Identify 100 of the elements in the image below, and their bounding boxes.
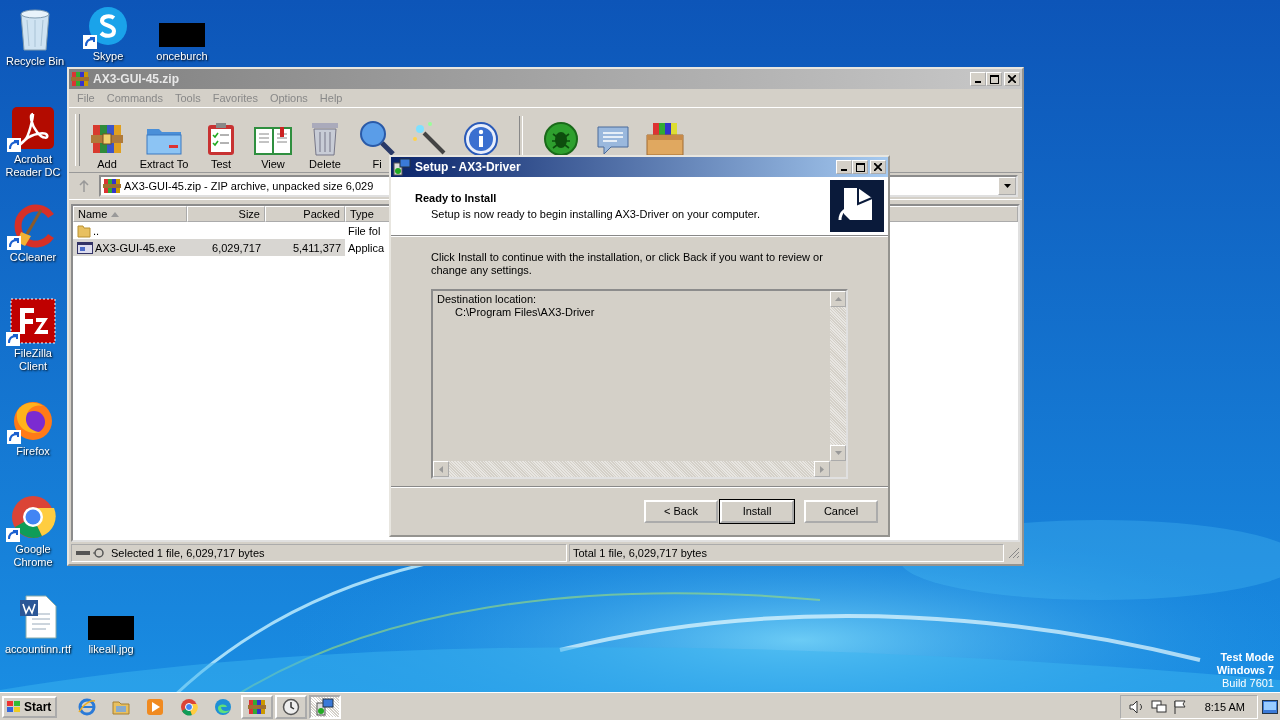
icon-label[interactable]: Firefox: [16, 445, 50, 458]
column-header[interactable]: Size: [187, 206, 265, 222]
sort-arrow-icon: [111, 211, 120, 217]
show-desktop-icon[interactable]: [1262, 699, 1278, 714]
window-title: Setup - AX3-Driver: [415, 160, 522, 174]
speaker-icon[interactable]: [1128, 699, 1145, 714]
vertical-scrollbar[interactable]: [830, 291, 846, 461]
column-header[interactable]: Packed: [265, 206, 345, 222]
maximize-button[interactable]: [986, 72, 1002, 86]
browser-icon: [180, 697, 199, 716]
page-subheading: Setup is now ready to begin installing AX3-Driver on your computer.: [430, 208, 761, 220]
icon-label[interactable]: Google Chrome: [0, 543, 66, 569]
summary-box[interactable]: Destination location: C:\Program Files\AX3-Driver: [431, 289, 848, 479]
folder-icon: [112, 698, 131, 715]
windows-flag-icon: [6, 699, 22, 714]
page-heading: Ready to Install: [415, 192, 498, 204]
flag-icon[interactable]: [1172, 699, 1187, 714]
maximize-icon: [855, 162, 865, 172]
down-arrow-icon: [834, 451, 842, 455]
instruction-text: Click Install to continue with the installation, or click Back if you want to review or change any settings.: [431, 251, 824, 277]
image-thumbnail-icon: [88, 616, 134, 640]
maximize-icon: [989, 74, 999, 84]
system-notice-text: Windows 7: [1216, 664, 1274, 677]
system-notice-text: Test Mode: [1220, 651, 1274, 664]
taskbar-button[interactable]: [275, 694, 308, 719]
icon-label[interactable]: CCleaner: [9, 251, 57, 264]
close-icon: [874, 163, 882, 171]
caret-icon: [1003, 184, 1011, 188]
maximize-button[interactable]: [852, 160, 868, 174]
close-button[interactable]: [1004, 72, 1020, 86]
table-cell-text: Applica: [347, 240, 386, 256]
media-player-icon: [146, 697, 165, 716]
browser-icon: [214, 697, 233, 716]
box-icon: [645, 121, 685, 157]
folder-icon: [77, 223, 91, 238]
right-arrow-icon: [820, 465, 824, 473]
column-header[interactable]: Name: [73, 206, 187, 222]
toolbar-button[interactable]: Extract To: [133, 114, 195, 170]
network-icon[interactable]: [1150, 699, 1167, 714]
table-cell: 5,411,377: [265, 239, 345, 256]
file-name[interactable]: AX3-GUI-45.exe: [73, 239, 187, 256]
books-icon: [103, 177, 121, 195]
icon-label[interactable]: Recycle Bin: [5, 55, 65, 68]
minimize-button[interactable]: [836, 160, 852, 174]
toolbar-button[interactable]: Delete: [299, 114, 351, 170]
file-name[interactable]: ..: [73, 222, 187, 239]
horizontal-scrollbar[interactable]: [433, 461, 830, 477]
left-arrow-icon: [439, 465, 443, 473]
status-text: Total 1 file, 6,029,717 bytes: [573, 547, 707, 559]
toolbar-button[interactable]: View: [247, 114, 299, 170]
up-arrow-icon: [834, 297, 842, 301]
system-notice-text: Build 7601: [1222, 677, 1274, 690]
dropdown-button[interactable]: [998, 177, 1016, 195]
dialog-button[interactable]: Cancel: [804, 499, 878, 523]
taskbar-button[interactable]: [309, 694, 342, 719]
speech-bubble-icon: [595, 123, 631, 157]
magic-wand-icon: [410, 119, 448, 157]
ftp-app-icon: [10, 298, 56, 344]
drive-icon: [75, 548, 107, 558]
icon-label[interactable]: Acrobat Reader DC: [0, 153, 66, 179]
taskbar-button[interactable]: [241, 694, 274, 719]
icon-label[interactable]: onceburch: [156, 50, 208, 63]
search-icon: [358, 119, 396, 157]
bug-icon: [543, 121, 579, 157]
document-icon: [18, 594, 58, 640]
toolbar-button[interactable]: Test: [195, 114, 247, 170]
clipboard-icon: [205, 121, 237, 157]
computer-install-icon: [830, 180, 884, 232]
icon-label[interactable]: FileZilla Client: [0, 347, 66, 373]
table-cell: 6,029,717: [187, 239, 265, 256]
clock-text[interactable]: 8:15 AM: [1204, 700, 1245, 713]
clock-icon: [282, 697, 301, 716]
up-arrow-icon: [79, 180, 89, 192]
toolbar-button[interactable]: Add: [81, 114, 133, 170]
installer-icon: [316, 697, 335, 716]
icon-label[interactable]: Skype: [92, 50, 124, 63]
icon-label[interactable]: likeall.jpg: [88, 643, 134, 656]
dialog-button[interactable]: Install: [720, 499, 794, 523]
close-icon: [1008, 75, 1016, 83]
installer-icon: [393, 158, 411, 176]
browser-icon: [10, 494, 56, 540]
toolbar-button[interactable]: Fi: [351, 114, 403, 170]
browser-icon: [78, 697, 97, 716]
info-icon: [463, 121, 499, 157]
books-icon: [248, 697, 267, 716]
minimize-button[interactable]: [970, 72, 986, 86]
status-text: Selected 1 file, 6,029,717 bytes: [111, 547, 265, 559]
icon-label[interactable]: accountinn.rtf: [4, 643, 71, 656]
dialog-button[interactable]: < Back: [644, 499, 718, 523]
close-button[interactable]: [870, 160, 886, 174]
memo-value: C:\Program Files\AX3-Driver: [454, 306, 596, 319]
program-icon: [77, 241, 93, 254]
start-button[interactable]: Start: [2, 695, 58, 718]
image-thumbnail-icon: [159, 23, 205, 47]
memo-label: Destination location:: [437, 293, 538, 306]
pdf-app-icon: [11, 106, 55, 150]
round-app-icon: [87, 5, 129, 47]
table-cell-text: File fol: [347, 223, 382, 239]
books-icon: [71, 70, 89, 88]
window-title: AX3-GUI-45.zip: [93, 72, 180, 86]
